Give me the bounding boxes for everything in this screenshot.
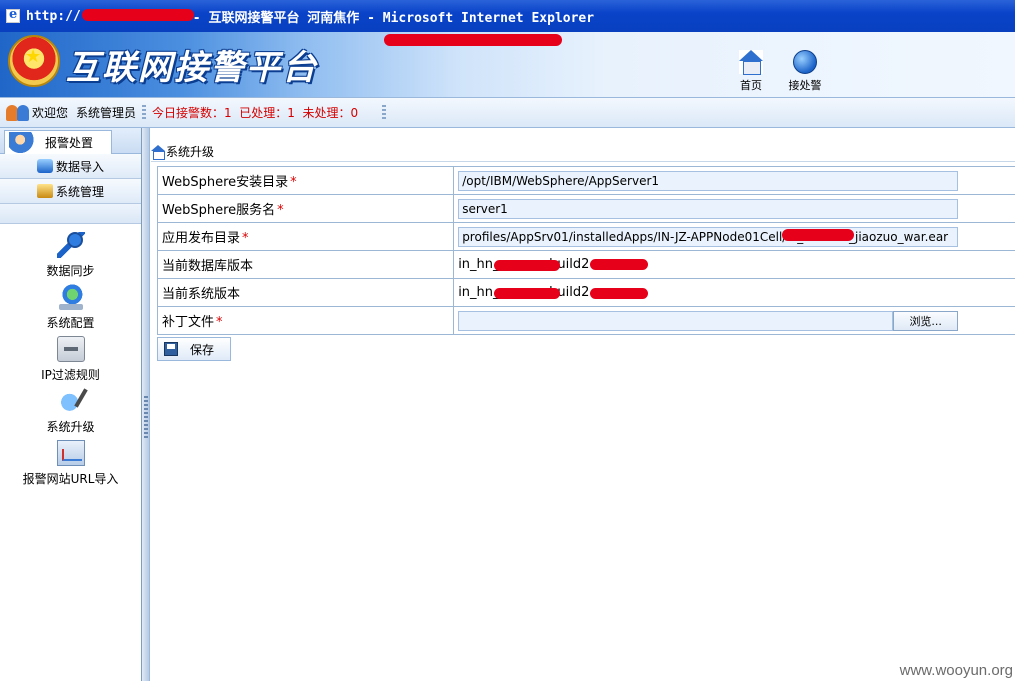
home-small-icon — [151, 145, 165, 160]
required-mark: * — [277, 203, 284, 218]
person-icon — [9, 131, 37, 154]
sidebar-item-label: 系统升级 — [46, 420, 95, 434]
upgrade-icon — [56, 388, 85, 414]
globe-icon — [793, 50, 817, 74]
sidebar-item-system-upgrade[interactable]: 系统升级 — [0, 384, 141, 436]
form-row: WebSphere安装目录 * /opt/IBM/WebSphere/AppSer… — [156, 166, 1015, 195]
redaction-mark — [82, 9, 194, 21]
home-icon — [739, 50, 763, 75]
websphere-server-input[interactable]: server1 — [458, 198, 959, 219]
redaction-mark — [590, 259, 649, 270]
nav-alarm-label: 接处警 — [788, 79, 822, 92]
folder-icon — [36, 184, 53, 198]
sidebar-item-ip-filter[interactable]: IP过滤规则 — [0, 332, 141, 384]
sidebar-tab-label: 报警处置 — [45, 136, 94, 150]
window-title: - 互联网接警平台 河南焦作 - Microsoft Internet Expl… — [192, 10, 595, 26]
key-icon — [56, 232, 85, 258]
websphere-dir-input[interactable]: /opt/IBM/WebSphere/AppServer1 — [458, 170, 959, 191]
label-text: WebSphere服务名 — [162, 203, 276, 218]
patch-file-picker: 浏览... — [458, 310, 1012, 331]
field-label: 补丁文件 * — [156, 306, 455, 335]
label-text: 补丁文件 — [162, 315, 215, 330]
form-row: 补丁文件 * 浏览... — [156, 306, 1015, 335]
menu-label: 系统管理 — [55, 184, 104, 199]
nav-alarm-button[interactable]: 接处警 — [783, 50, 827, 93]
browse-button[interactable]: 浏览... — [893, 310, 959, 331]
police-emblem-icon — [8, 35, 60, 87]
label-text: 当前数据库版本 — [162, 259, 254, 274]
field-label: 当前数据库版本 — [156, 250, 455, 279]
splitter-grip[interactable] — [144, 396, 148, 438]
label-text: WebSphere安装目录 — [162, 175, 289, 190]
breadcrumb-label: 系统升级 — [166, 145, 215, 159]
field-label: 应用发布目录 * — [156, 222, 455, 251]
app-brand: 互联网接警平台 — [66, 48, 318, 88]
import-icon — [36, 159, 53, 173]
sidebar: 报警处置 数据导入 系统管理 数据同步 系统配置 IP过滤规则 系统升级 报警网… — [0, 128, 142, 681]
redaction-mark — [590, 288, 649, 299]
form-row: 应用发布目录 * profiles/AppSrv01/installedApps/… — [156, 222, 1015, 251]
menu-system-manage[interactable]: 系统管理 — [0, 179, 141, 204]
label-text: 应用发布目录 — [162, 231, 241, 246]
app-header: 互联网接警平台 首页 接处警 — [0, 32, 1015, 98]
redaction-mark — [494, 288, 561, 299]
save-label: 保存 — [190, 342, 215, 357]
field-value-cell: 浏览... — [453, 306, 1015, 335]
sidebar-item-data-sync[interactable]: 数据同步 — [0, 228, 141, 280]
field-value-cell: in_hn_ build2 — [453, 250, 1015, 279]
required-mark: * — [242, 231, 249, 246]
sidebar-list: 数据同步 系统配置 IP过滤规则 系统升级 报警网站URL导入 — [0, 224, 141, 488]
sidebar-item-url-import[interactable]: 报警网站URL导入 — [0, 436, 141, 488]
field-value-cell: profiles/AppSrv01/installedApps/IN-JZ-AP… — [453, 222, 1015, 251]
ip-filter-icon — [56, 336, 85, 362]
nav-home-label: 首页 — [740, 79, 762, 92]
save-button[interactable]: 保存 — [157, 337, 231, 361]
menu-data-import[interactable]: 数据导入 — [0, 154, 141, 179]
network-config-icon — [56, 284, 85, 310]
sidebar-item-system-config[interactable]: 系统配置 — [0, 280, 141, 332]
required-mark: * — [290, 175, 297, 190]
separator — [382, 104, 387, 121]
sidebar-item-label: 系统配置 — [46, 316, 95, 330]
current-user: 系统管理员 — [76, 106, 137, 120]
main-content: 系统升级 WebSphere安装目录 * /opt/IBM/WebSphere/A… — [151, 128, 1015, 681]
sidebar-header: 报警处置 — [0, 128, 141, 154]
form-row: WebSphere服务名 * server1 — [156, 194, 1015, 223]
window-title-prefix: http:// — [26, 8, 81, 24]
app-deploy-dir-input[interactable]: profiles/AppSrv01/installedApps/IN-JZ-AP… — [458, 226, 959, 247]
menu-label: 数据导入 — [55, 159, 104, 174]
users-icon — [6, 104, 30, 122]
separator — [142, 104, 147, 121]
breadcrumb: 系统升级 — [151, 142, 1015, 162]
redaction-mark — [782, 229, 855, 241]
field-value-cell: in_hn_ build2 — [453, 278, 1015, 307]
status-bar: 欢迎您 系统管理员 今日接警数：1 已处理：1 未处理：0 — [0, 98, 1015, 128]
url-import-icon — [56, 440, 85, 466]
field-label: WebSphere服务名 * — [156, 194, 455, 223]
upgrade-form: WebSphere安装目录 * /opt/IBM/WebSphere/AppSer… — [156, 166, 1015, 335]
sidebar-tab-alarm[interactable]: 报警处置 — [4, 130, 112, 154]
form-row: 当前数据库版本 in_hn_ build2 — [156, 250, 1015, 279]
floppy-disk-icon — [164, 342, 178, 356]
field-label: WebSphere安装目录 * — [156, 166, 455, 195]
welcome-text: 欢迎您 — [32, 106, 69, 120]
nav-home-button[interactable]: 首页 — [729, 50, 773, 93]
ie-icon — [6, 7, 20, 23]
sidebar-item-label: IP过滤规则 — [41, 368, 100, 382]
redaction-mark — [384, 34, 562, 46]
sidebar-item-label: 数据同步 — [46, 264, 95, 278]
form-row: 当前系统版本 in_hn_ build2 — [156, 278, 1015, 307]
sidebar-divider — [0, 204, 141, 224]
watermark: www.wooyun.org — [899, 662, 1013, 679]
patch-file-input[interactable] — [458, 310, 894, 331]
sidebar-splitter[interactable] — [142, 128, 150, 681]
field-label: 当前系统版本 — [156, 278, 455, 307]
sidebar-item-label: 报警网站URL导入 — [22, 472, 119, 486]
field-value-cell: server1 — [453, 194, 1015, 223]
field-value-cell: /opt/IBM/WebSphere/AppServer1 — [453, 166, 1015, 195]
required-mark: * — [216, 315, 223, 330]
label-text: 当前系统版本 — [162, 287, 241, 302]
alarm-stats: 今日接警数：1 已处理：1 未处理：0 — [152, 106, 359, 120]
redaction-mark — [494, 260, 561, 271]
